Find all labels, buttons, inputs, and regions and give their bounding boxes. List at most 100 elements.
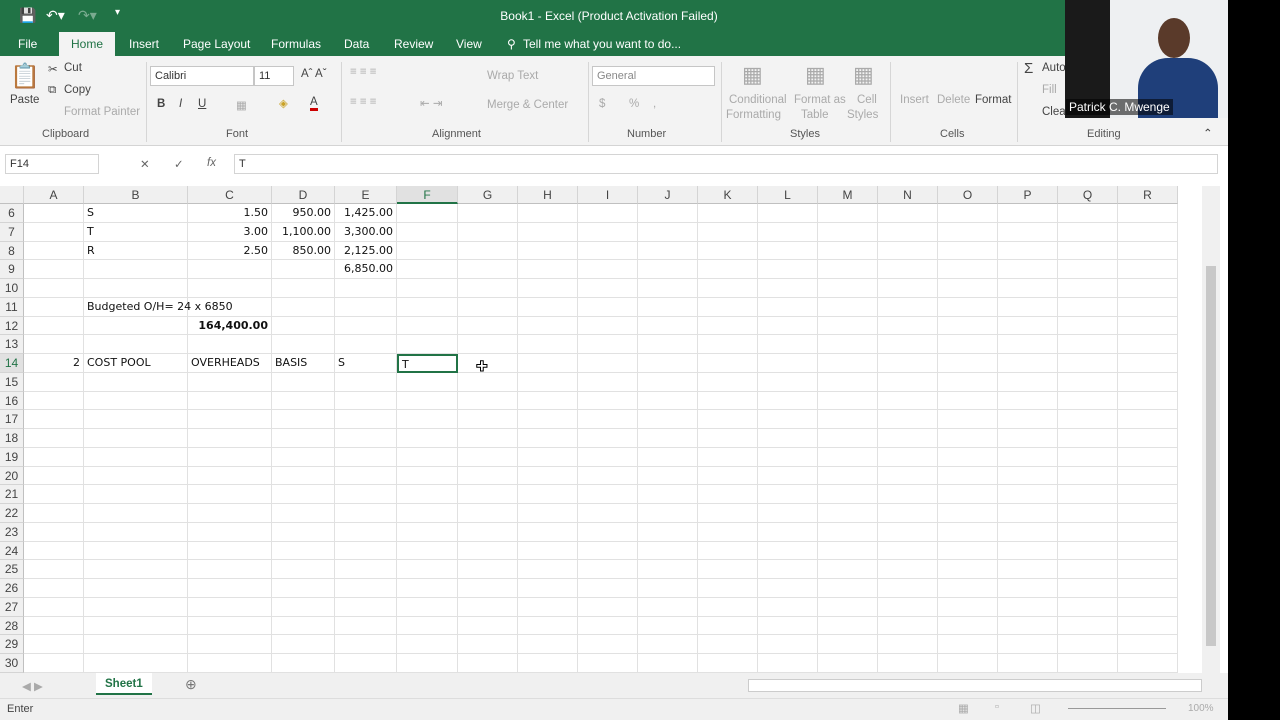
cell-P16[interactable] — [998, 391, 1058, 411]
cell-P6[interactable] — [998, 204, 1058, 223]
cell-K13[interactable] — [698, 335, 758, 355]
format-painter-button[interactable]: Format Painter — [64, 106, 140, 118]
column-header-B[interactable]: B — [84, 186, 188, 204]
cell-G11[interactable] — [458, 297, 518, 317]
cell-K22[interactable] — [698, 504, 758, 523]
italic-button[interactable]: I — [179, 98, 182, 110]
cell-A6[interactable] — [24, 204, 84, 223]
cell-C15[interactable] — [188, 372, 272, 392]
cell-G16[interactable] — [458, 391, 518, 411]
cell-N10[interactable] — [878, 279, 938, 298]
cell-B16[interactable] — [84, 391, 188, 411]
copy-button[interactable]: Copy — [64, 84, 91, 96]
cell-A26[interactable] — [24, 579, 84, 598]
cell-F9[interactable] — [397, 260, 458, 280]
column-header-I[interactable]: I — [578, 186, 638, 204]
font-name-select[interactable]: Calibri — [150, 66, 254, 86]
cell-R25[interactable] — [1118, 560, 1178, 580]
cell-E16[interactable] — [335, 391, 397, 411]
cell-D13[interactable] — [272, 335, 335, 355]
bold-button[interactable]: B — [157, 98, 165, 110]
cell-Q22[interactable] — [1058, 504, 1118, 523]
cell-B29[interactable] — [84, 635, 188, 655]
cell-K8[interactable] — [698, 241, 758, 261]
cell-J28[interactable] — [638, 616, 698, 636]
page-break-view-icon[interactable]: ◫ — [1030, 701, 1041, 715]
cell-R15[interactable] — [1118, 372, 1178, 392]
cell-Q12[interactable] — [1058, 316, 1118, 336]
grow-font-icon[interactable]: Aˆ Aˇ — [301, 68, 327, 80]
cell-M10[interactable] — [818, 279, 878, 298]
horizontal-scrollbar[interactable] — [748, 679, 1202, 692]
cell-K6[interactable] — [698, 204, 758, 223]
cell-B25[interactable] — [84, 560, 188, 580]
cell-B22[interactable] — [84, 504, 188, 523]
cell-M28[interactable] — [818, 616, 878, 636]
cell-F17[interactable] — [397, 410, 458, 430]
align-left-icon[interactable]: ≡ ≡ ≡ — [350, 96, 377, 108]
cell-B23[interactable] — [84, 522, 188, 542]
cell-P15[interactable] — [998, 372, 1058, 392]
vertical-scroll-thumb[interactable] — [1206, 266, 1216, 646]
cell-G24[interactable] — [458, 541, 518, 561]
cell-H24[interactable] — [518, 541, 578, 561]
cell-Q23[interactable] — [1058, 522, 1118, 542]
cell-F21[interactable] — [397, 485, 458, 505]
cell-C22[interactable] — [188, 504, 272, 523]
cell-J20[interactable] — [638, 466, 698, 486]
row-header-28[interactable]: 28 — [0, 616, 24, 636]
cell-E8[interactable]: 2,125.00 — [335, 241, 397, 261]
cell-C30[interactable] — [188, 654, 272, 673]
cell-M20[interactable] — [818, 466, 878, 486]
cell-G12[interactable] — [458, 316, 518, 336]
cell-Q19[interactable] — [1058, 447, 1118, 467]
cell-C9[interactable] — [188, 260, 272, 280]
tab-page-layout[interactable]: Page Layout — [183, 37, 250, 51]
cell-G22[interactable] — [458, 504, 518, 523]
cell-F13[interactable] — [397, 335, 458, 355]
align-top-icon[interactable]: ≡ ≡ ≡ — [350, 66, 377, 78]
new-sheet-icon[interactable]: ⊕ — [185, 676, 197, 693]
cell-R12[interactable] — [1118, 316, 1178, 336]
cell-H22[interactable] — [518, 504, 578, 523]
cell-F25[interactable] — [397, 560, 458, 580]
row-header-21[interactable]: 21 — [0, 485, 24, 505]
wrap-text-button[interactable]: Wrap Text — [487, 70, 538, 82]
cell-E29[interactable] — [335, 635, 397, 655]
cell-D15[interactable] — [272, 372, 335, 392]
cell-N11[interactable] — [878, 297, 938, 317]
cancel-icon[interactable]: ✕ — [140, 157, 150, 171]
row-header-20[interactable]: 20 — [0, 466, 24, 486]
cell-P22[interactable] — [998, 504, 1058, 523]
row-header-15[interactable]: 15 — [0, 372, 24, 392]
cell-J17[interactable] — [638, 410, 698, 430]
cell-L6[interactable] — [758, 204, 818, 223]
collapse-ribbon-icon[interactable]: ⌃ — [1203, 126, 1213, 140]
cell-N26[interactable] — [878, 579, 938, 598]
cell-Q15[interactable] — [1058, 372, 1118, 392]
cell-I22[interactable] — [578, 504, 638, 523]
conditional-formatting-button[interactable]: Conditional — [729, 94, 787, 106]
cell-N27[interactable] — [878, 597, 938, 617]
cell-K7[interactable] — [698, 222, 758, 242]
cell-L10[interactable] — [758, 279, 818, 298]
cell-R18[interactable] — [1118, 429, 1178, 448]
cell-E14[interactable]: S — [335, 354, 397, 373]
cell-K27[interactable] — [698, 597, 758, 617]
cell-J19[interactable] — [638, 447, 698, 467]
cell-G25[interactable] — [458, 560, 518, 580]
cell-K21[interactable] — [698, 485, 758, 505]
row-header-7[interactable]: 7 — [0, 222, 24, 242]
cell-O7[interactable] — [938, 222, 998, 242]
cell-B21[interactable] — [84, 485, 188, 505]
cell-K16[interactable] — [698, 391, 758, 411]
cell-D25[interactable] — [272, 560, 335, 580]
cell-I18[interactable] — [578, 429, 638, 448]
cell-B10[interactable] — [84, 279, 188, 298]
column-header-N[interactable]: N — [878, 186, 938, 204]
page-layout-view-icon[interactable]: ▫ — [995, 701, 999, 713]
cell-E10[interactable] — [335, 279, 397, 298]
indent-icon[interactable]: ⇤ ⇥ — [420, 96, 442, 110]
cell-M26[interactable] — [818, 579, 878, 598]
cell-N19[interactable] — [878, 447, 938, 467]
